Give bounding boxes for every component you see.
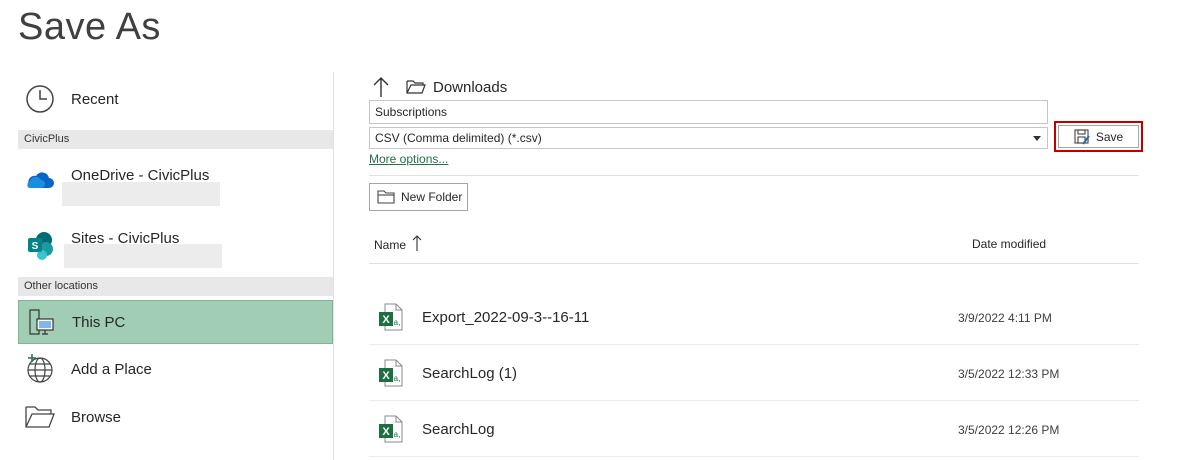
sort-ascending-icon xyxy=(412,234,422,252)
svg-text:X: X xyxy=(382,314,390,326)
column-header-name[interactable]: Name xyxy=(374,234,422,252)
column-header-date-modified[interactable]: Date modified xyxy=(972,237,1046,251)
left-navigation: Recent CivicPlus OneDrive - CivicPlus S … xyxy=(18,72,333,460)
file-row[interactable]: Xa, Export_2022-09-3--16-11 3/9/2022 4:1… xyxy=(369,289,1139,345)
nav-browse-label: Browse xyxy=(71,408,122,426)
divider xyxy=(369,456,1139,457)
save-disk-icon xyxy=(1074,128,1090,145)
svg-text:a,: a, xyxy=(394,374,401,383)
nav-add-place[interactable]: Add a Place xyxy=(18,352,333,386)
nav-recent-label: Recent xyxy=(71,90,119,108)
file-name: SearchLog xyxy=(422,421,495,438)
filename-input[interactable]: Subscriptions xyxy=(369,100,1048,124)
nav-this-pc-label: This PC xyxy=(72,313,126,331)
file-row[interactable]: Xa, SearchLog (1) 3/5/2022 12:33 PM xyxy=(369,345,1139,401)
computer-icon xyxy=(19,306,63,338)
section-header-civicplus: CivicPlus xyxy=(18,130,333,149)
excel-file-icon: Xa, xyxy=(379,415,403,448)
file-date-modified: 3/5/2022 12:33 PM xyxy=(958,367,1060,381)
current-folder-label[interactable]: Downloads xyxy=(433,79,507,96)
clock-icon xyxy=(18,84,62,114)
svg-text:a,: a, xyxy=(394,318,401,327)
divider xyxy=(369,263,1139,264)
vertical-divider xyxy=(333,72,334,460)
folder-icon xyxy=(377,190,395,204)
redacted-account xyxy=(64,244,222,268)
onedrive-cloud-icon xyxy=(18,170,62,190)
up-arrow-icon[interactable] xyxy=(372,76,390,98)
file-date-modified: 3/9/2022 4:11 PM xyxy=(958,311,1052,325)
nav-recent[interactable]: Recent xyxy=(18,82,333,116)
column-name-label: Name xyxy=(374,238,407,252)
file-row[interactable]: Xa, SearchLog 3/5/2022 12:26 PM xyxy=(369,401,1139,457)
new-folder-label: New Folder xyxy=(401,190,463,204)
new-folder-button[interactable]: New Folder xyxy=(369,183,468,211)
svg-text:X: X xyxy=(382,426,390,438)
svg-text:X: X xyxy=(382,370,390,382)
save-button-label: Save xyxy=(1095,129,1124,144)
page-title: Save As xyxy=(18,6,161,48)
section-header-other-locations: Other locations xyxy=(18,277,333,296)
file-name: Export_2022-09-3--16-11 xyxy=(422,309,590,326)
folder-open-icon xyxy=(18,404,62,430)
nav-add-place-label: Add a Place xyxy=(71,360,152,378)
file-type-value: CSV (Comma delimited) (*.csv) xyxy=(375,131,542,145)
redacted-account xyxy=(62,182,220,206)
excel-file-icon: Xa, xyxy=(379,303,403,336)
chevron-down-icon xyxy=(1033,136,1041,141)
file-type-dropdown[interactable]: CSV (Comma delimited) (*.csv) xyxy=(369,127,1048,149)
nav-browse[interactable]: Browse xyxy=(18,400,333,434)
excel-file-icon: Xa, xyxy=(379,359,403,392)
svg-text:a,: a, xyxy=(394,430,401,439)
save-button[interactable]: Save xyxy=(1058,125,1139,148)
file-name: SearchLog (1) xyxy=(422,365,518,382)
svg-text:S: S xyxy=(32,241,39,252)
file-date-modified: 3/5/2022 12:26 PM xyxy=(958,423,1060,437)
more-options-link[interactable]: More options... xyxy=(369,152,448,166)
nav-this-pc[interactable]: This PC xyxy=(18,300,333,344)
divider xyxy=(369,175,1139,176)
breadcrumb: Downloads xyxy=(372,74,507,100)
sharepoint-icon: S xyxy=(18,230,62,260)
globe-add-icon xyxy=(18,353,62,385)
folder-open-icon xyxy=(406,79,426,95)
